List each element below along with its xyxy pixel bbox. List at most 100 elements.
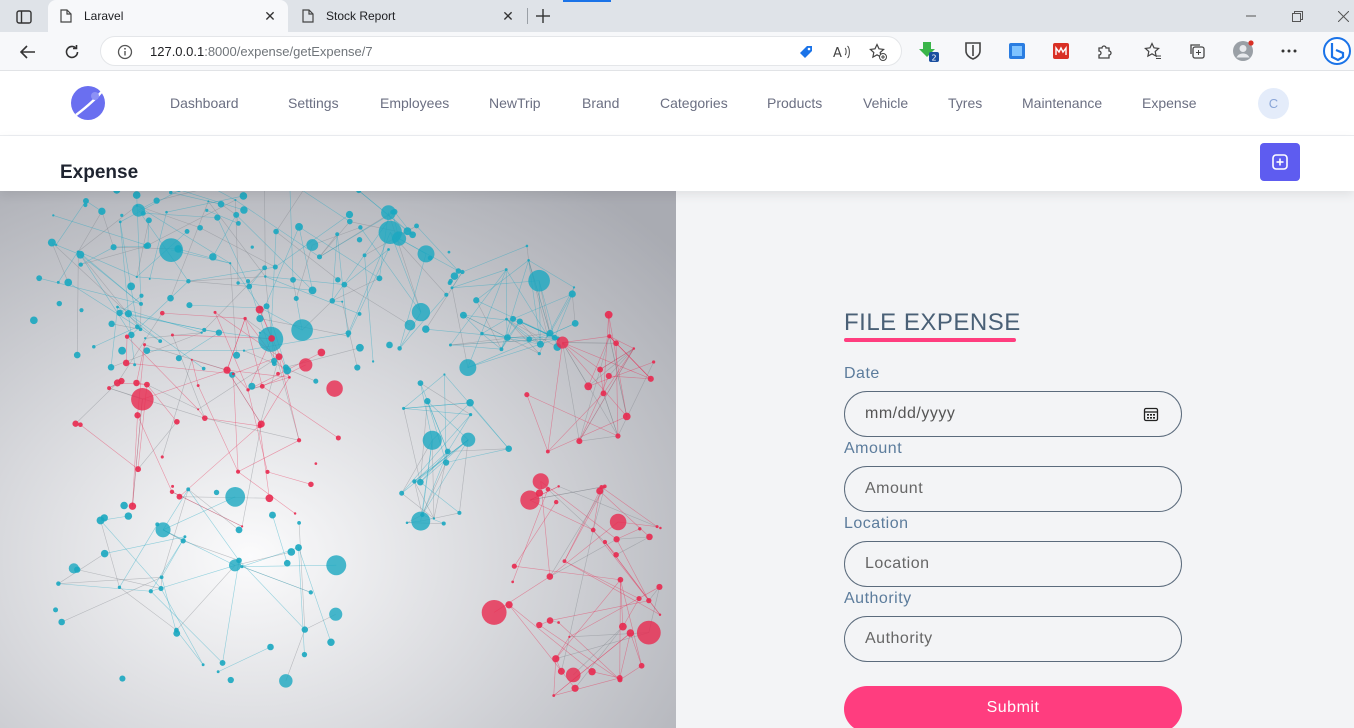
- network-node: [291, 319, 313, 341]
- network-node: [386, 341, 393, 349]
- calendar-icon[interactable]: [1143, 406, 1159, 422]
- network-node: [79, 308, 84, 313]
- favorites-icon[interactable]: [1142, 40, 1164, 62]
- network-node: [613, 552, 619, 558]
- profile-avatar-icon[interactable]: [1232, 40, 1254, 62]
- download-extension-icon[interactable]: 2: [918, 40, 940, 62]
- info-icon[interactable]: [117, 44, 133, 60]
- network-node: [448, 343, 452, 347]
- network-node: [293, 295, 299, 301]
- network-node: [422, 325, 430, 333]
- extension-blue-icon[interactable]: [1006, 40, 1028, 62]
- nav-products[interactable]: Products: [767, 95, 822, 111]
- collections-icon[interactable]: [1186, 40, 1208, 62]
- date-placeholder: mm/dd/yyyy: [865, 405, 956, 422]
- close-icon[interactable]: ✕: [500, 8, 516, 24]
- tab-stock-report[interactable]: Stock Report ✕: [290, 0, 526, 32]
- location-input[interactable]: [844, 541, 1182, 587]
- network-node: [117, 585, 122, 589]
- nav-vehicle[interactable]: Vehicle: [863, 95, 908, 111]
- nav-dashboard[interactable]: Dashboard: [170, 95, 239, 111]
- nav-expense[interactable]: Expense: [1142, 95, 1196, 111]
- svg-text:A: A: [833, 46, 842, 60]
- network-node: [223, 366, 231, 374]
- tab-divider: [527, 8, 528, 24]
- minimize-icon[interactable]: [1228, 0, 1274, 32]
- sidebar-toggle-icon[interactable]: [10, 7, 38, 27]
- nav-employees[interactable]: Employees: [380, 95, 449, 111]
- network-node: [272, 264, 278, 270]
- back-arrow-icon[interactable]: [14, 38, 42, 66]
- network-node: [308, 481, 314, 488]
- new-tab-icon[interactable]: [532, 5, 554, 27]
- nav-tyres[interactable]: Tyres: [948, 95, 982, 111]
- network-node: [235, 526, 243, 534]
- add-expense-button[interactable]: [1260, 143, 1300, 181]
- network-node: [36, 275, 43, 282]
- network-node: [98, 207, 106, 215]
- restore-icon[interactable]: [1274, 0, 1320, 32]
- extension-red-icon[interactable]: [1050, 40, 1072, 62]
- reload-icon[interactable]: [58, 38, 86, 66]
- network-node: [287, 548, 296, 556]
- network-node: [276, 371, 280, 376]
- network-node: [135, 466, 142, 473]
- network-node: [128, 502, 137, 510]
- network-node: [605, 372, 612, 380]
- authority-input[interactable]: [844, 616, 1182, 662]
- network-node: [473, 297, 480, 304]
- close-icon[interactable]: ✕: [262, 8, 278, 24]
- network-node: [615, 433, 621, 439]
- more-menu-icon[interactable]: [1278, 40, 1300, 62]
- network-node: [167, 294, 174, 302]
- add-favorite-icon[interactable]: [869, 43, 887, 61]
- network-node: [556, 336, 569, 349]
- app-logo[interactable]: [70, 85, 106, 121]
- network-node: [447, 250, 451, 254]
- network-node: [546, 573, 554, 580]
- window-close-icon[interactable]: [1320, 0, 1354, 32]
- network-node: [417, 478, 424, 486]
- network-node: [536, 340, 544, 348]
- network-node: [504, 334, 511, 341]
- network-node: [296, 438, 302, 443]
- tag-icon[interactable]: [797, 43, 815, 61]
- read-aloud-icon[interactable]: A: [833, 43, 851, 61]
- network-node: [58, 618, 65, 626]
- network-node: [269, 511, 276, 519]
- date-field[interactable]: mm/dd/yyyy: [844, 391, 1182, 437]
- network-node: [228, 559, 241, 572]
- network-node: [357, 311, 362, 316]
- address-bar[interactable]: 127.0.0.1:8000/expense/getExpense/7 A: [100, 36, 902, 66]
- network-node: [183, 535, 187, 539]
- bing-copilot-icon[interactable]: [1322, 36, 1352, 66]
- nav-maintenance[interactable]: Maintenance: [1022, 95, 1102, 111]
- network-node: [171, 484, 175, 488]
- network-node: [460, 269, 465, 275]
- nav-brand[interactable]: Brand: [582, 95, 619, 111]
- network-node: [658, 613, 662, 616]
- network-node: [135, 275, 138, 278]
- nav-categories[interactable]: Categories: [660, 95, 728, 111]
- user-avatar[interactable]: C: [1258, 88, 1289, 119]
- network-node: [632, 347, 636, 350]
- submit-button[interactable]: Submit: [844, 686, 1182, 728]
- network-node: [124, 310, 133, 318]
- network-node: [116, 309, 123, 317]
- network-node: [216, 670, 220, 674]
- network-node: [297, 520, 301, 525]
- network-node: [326, 555, 347, 576]
- network-node: [267, 643, 274, 651]
- amount-input[interactable]: [844, 466, 1182, 512]
- network-node: [411, 303, 431, 322]
- network-node: [447, 280, 452, 285]
- nav-settings[interactable]: Settings: [288, 95, 339, 111]
- bitwarden-icon[interactable]: [962, 40, 984, 62]
- network-node: [78, 262, 83, 267]
- network-node: [505, 601, 513, 609]
- extensions-puzzle-icon[interactable]: [1094, 40, 1116, 62]
- nav-newtrip[interactable]: NewTrip: [489, 95, 541, 111]
- network-node: [613, 340, 619, 347]
- tab-laravel[interactable]: Laravel ✕: [48, 0, 288, 32]
- network-node: [246, 283, 253, 290]
